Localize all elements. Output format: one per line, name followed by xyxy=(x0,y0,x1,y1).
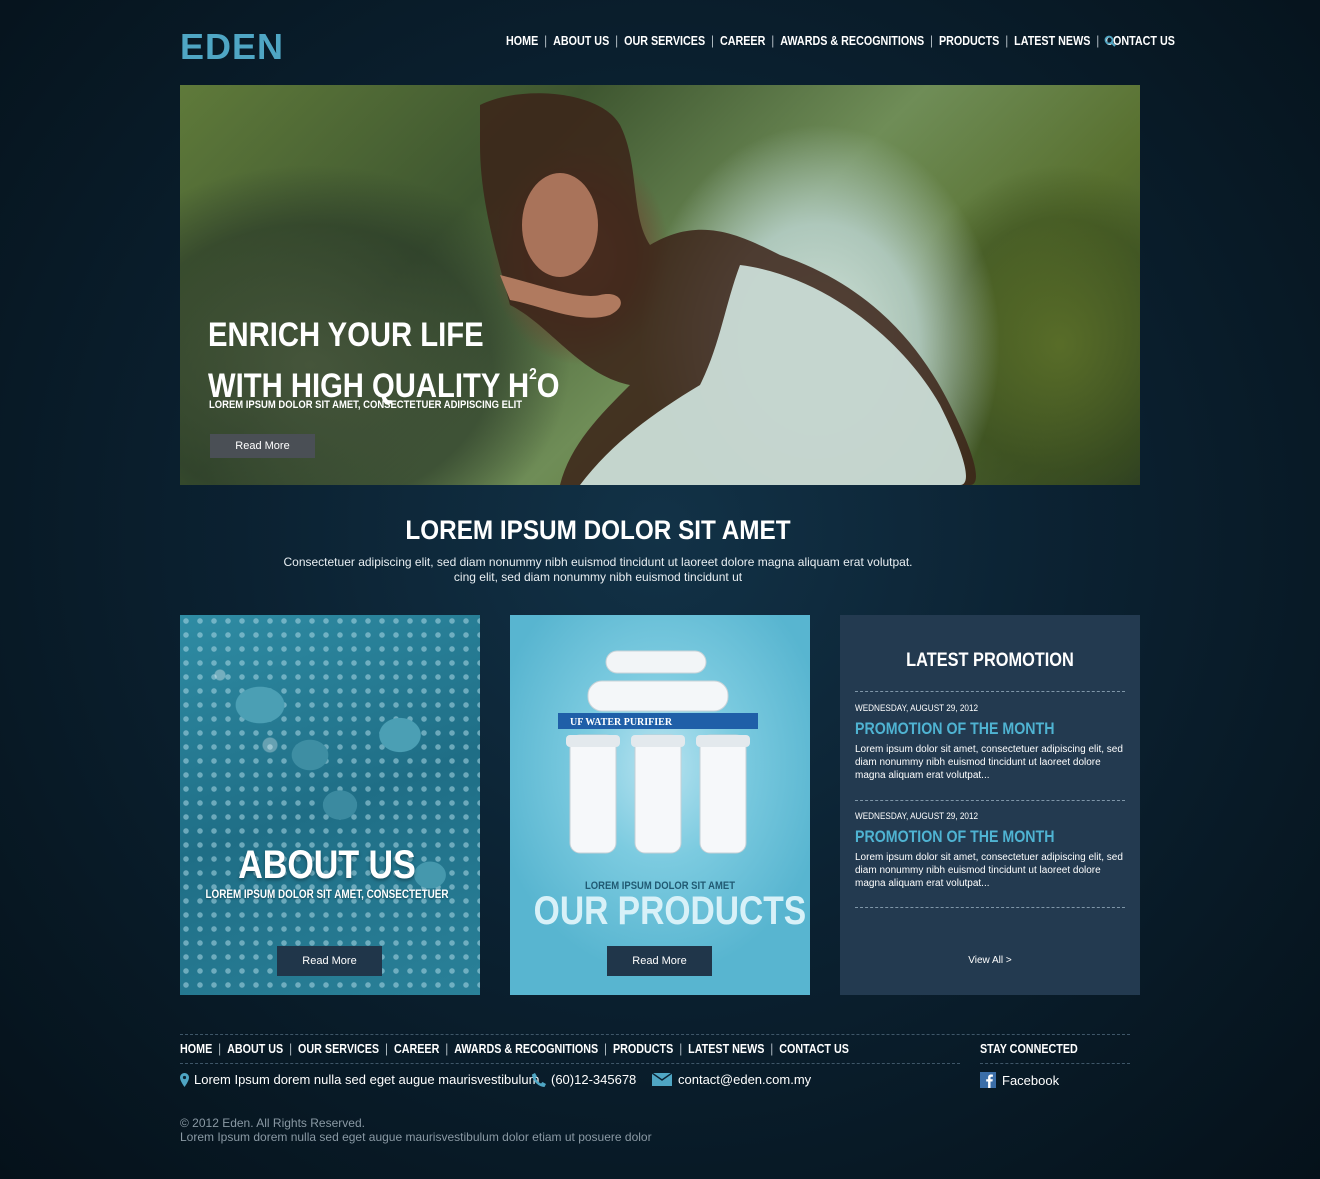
promotion-heading[interactable]: PROMOTION OF THE MONTH xyxy=(855,828,1089,847)
promotion-date: WEDNESDAY, AUGUST 29, 2012 xyxy=(855,703,979,714)
divider xyxy=(855,907,1125,908)
latest-promotion-card: LATEST PROMOTION WEDNESDAY, AUGUST 29, 2… xyxy=(840,615,1140,995)
location-pin-icon xyxy=(180,1072,189,1087)
logo[interactable]: EDEN xyxy=(180,26,284,68)
search-icon[interactable] xyxy=(1104,35,1116,47)
footer-email[interactable]: contact@eden.com.my xyxy=(652,1072,811,1087)
nav-home[interactable]: HOME xyxy=(500,34,544,48)
purifier-label: UF WATER PURIFIER xyxy=(570,717,673,728)
hero-subtitle: LOREM IPSUM DOLOR SIT AMET, CONSECTETUER… xyxy=(209,399,523,411)
main-nav: HOME | ABOUT US | OUR SERVICES | CAREER | AW… xyxy=(500,34,1181,48)
intro-text: Consectetuer adipiscing elit, sed diam n… xyxy=(283,555,913,584)
footer-nav-awards[interactable]: AWARDS & RECOGNITIONS xyxy=(448,1042,604,1056)
about-us-card: ABOUT US LOREM IPSUM DOLOR SIT AMET, CON… xyxy=(180,615,480,995)
footer-nav-career[interactable]: CAREER xyxy=(388,1042,445,1056)
nav-our-services[interactable]: OUR SERVICES xyxy=(618,34,711,48)
promotion-body: Lorem ipsum dolor sit amet, consectetuer… xyxy=(855,852,1123,889)
divider xyxy=(855,691,1125,692)
nav-about-us[interactable]: ABOUT US xyxy=(547,34,615,48)
footer-nav: HOME | ABOUT US | OUR SERVICES | CAREER | AW… xyxy=(180,1042,855,1056)
water-purifier-image: UF WATER PURIFIER xyxy=(558,650,758,854)
facebook-link[interactable]: Facebook xyxy=(980,1072,1059,1088)
promotion-item[interactable]: WEDNESDAY, AUGUST 29, 2012 PROMOTION OF … xyxy=(855,703,1127,782)
intro-title: LOREM IPSUM DOLOR SIT AMET xyxy=(405,515,791,545)
copyright: © 2012 Eden. All Rights Reserved. Lorem … xyxy=(180,1116,652,1144)
email-icon xyxy=(652,1073,672,1086)
about-read-more-button[interactable]: Read More xyxy=(277,946,382,976)
products-title: OUR PRODUCTS xyxy=(533,889,807,933)
divider xyxy=(855,800,1125,801)
footer-phone: (60)12-345678 xyxy=(532,1072,636,1087)
about-us-title: ABOUT US xyxy=(238,843,416,887)
view-all-link[interactable]: View All > xyxy=(840,955,1140,966)
nav-latest-news[interactable]: LATEST NEWS xyxy=(1008,34,1096,48)
footer-divider xyxy=(180,1034,1130,1035)
nav-career[interactable]: CAREER xyxy=(714,34,771,48)
products-read-more-button[interactable]: Read More xyxy=(607,946,712,976)
promotion-date: WEDNESDAY, AUGUST 29, 2012 xyxy=(855,811,979,822)
footer-nav-our-services[interactable]: OUR SERVICES xyxy=(292,1042,385,1056)
stay-connected-heading: STAY CONNECTED xyxy=(980,1042,1078,1056)
footer-divider xyxy=(180,1063,960,1064)
hero-banner: ENRICH YOUR LIFE WITH HIGH QUALITY H2O L… xyxy=(180,85,1140,485)
products-card: UF WATER PURIFIER LOREM IPSUM DOLOR SIT … xyxy=(510,615,810,995)
footer-nav-products[interactable]: PRODUCTS xyxy=(607,1042,679,1056)
footer-address: Lorem Ipsum dorem nulla sed eget augue m… xyxy=(180,1072,539,1087)
footer-divider xyxy=(980,1063,1130,1064)
hero-image xyxy=(480,93,976,485)
nav-products[interactable]: PRODUCTS xyxy=(933,34,1005,48)
about-us-subtitle: LOREM IPSUM DOLOR SIT AMET, CONSECTETUER xyxy=(205,889,449,901)
footer-nav-about-us[interactable]: ABOUT US xyxy=(221,1042,289,1056)
hero-title: ENRICH YOUR LIFE WITH HIGH QUALITY H2O xyxy=(208,316,560,405)
promotion-body: Lorem ipsum dolor sit amet, consectetuer… xyxy=(855,744,1123,781)
footer-nav-latest-news[interactable]: LATEST NEWS xyxy=(682,1042,770,1056)
promotion-heading[interactable]: PROMOTION OF THE MONTH xyxy=(855,720,1089,739)
phone-icon xyxy=(532,1072,546,1087)
promotion-item[interactable]: WEDNESDAY, AUGUST 29, 2012 PROMOTION OF … xyxy=(855,811,1127,890)
footer-nav-contact-us[interactable]: CONTACT US xyxy=(773,1042,855,1056)
nav-awards[interactable]: AWARDS & RECOGNITIONS xyxy=(774,34,930,48)
footer-nav-home[interactable]: HOME xyxy=(180,1042,218,1056)
promotion-title: LATEST PROMOTION xyxy=(906,650,1074,671)
facebook-icon xyxy=(980,1072,996,1088)
hero-read-more-button[interactable]: Read More xyxy=(210,434,315,458)
